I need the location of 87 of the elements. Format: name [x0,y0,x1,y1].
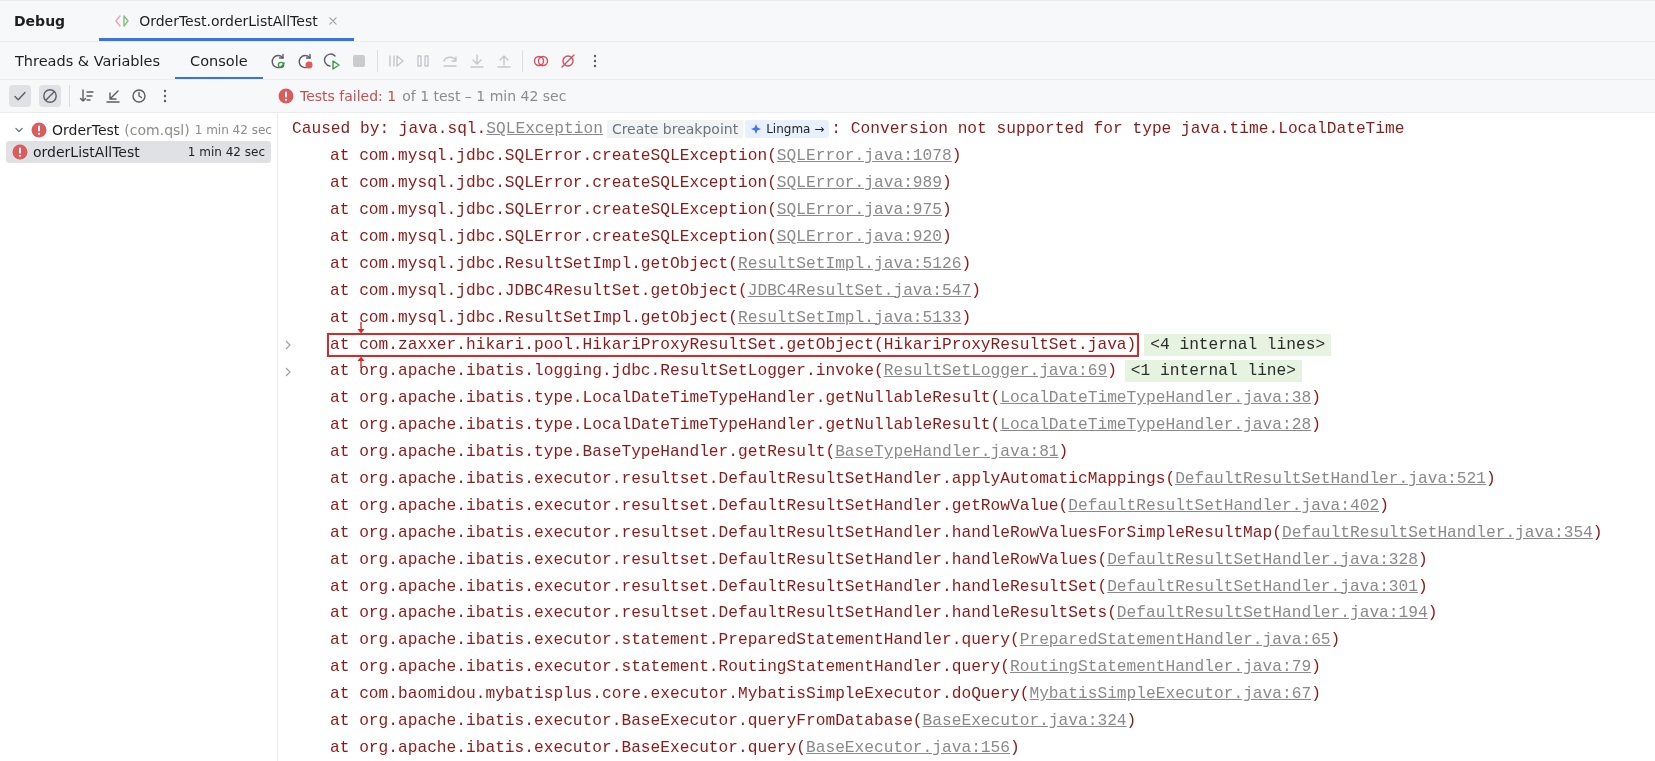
stack-frame-paren: ) [1486,470,1496,488]
source-link[interactable]: MybatisSimpleExecutor.java:67 [1029,685,1312,704]
test-duration: 1 min 42 sec [187,145,265,159]
stack-frame-call: at com.mysql.jdbc.SQLError.createSQLException( [330,147,777,166]
stack-frame-paren: ) [1330,631,1341,650]
stack-frame-paren: ) [1126,712,1137,731]
source-link[interactable]: PreparedStatementHandler.java:65 [1019,631,1331,650]
stack-frame-call: at com.zaxxer.hikari.pool.HikariProxyResultSet.getObject(HikariProxyResultSet.java) [330,335,1137,354]
tool-window-title: Debug [13,12,67,31]
stack-frame-paren: ) [1010,738,1020,757]
stack-frame-call: at org.apache.ibatis.executor.statement.PreparedStatementHandler.query( [330,631,1020,650]
stack-frame-paren: ) [961,308,972,327]
stack-frame-paren: ) [1311,658,1321,677]
stack-frame-paren: ) [942,174,952,193]
stack-frame-call: at org.apache.ibatis.type.BaseTypeHandler.getResult( [330,443,836,462]
stack-frame-call: at org.apache.ibatis.executor.resultset.DefaultResultSetHandler.handleRowValuesForSimpleResultMap( [330,523,1282,542]
source-link[interactable]: SQLError.java:1078 [776,147,952,166]
stack-frame-call: at com.mysql.jdbc.ResultSetImpl.getObject( [330,254,738,273]
stack-frame-paren: ) [1058,443,1069,462]
view-tab[interactable]: Threads & Variables [0,42,176,79]
stack-frame-paren: ) [1311,389,1321,408]
internal-lines-fold[interactable]: <4 internal lines> [1144,333,1332,356]
stack-frame-call: at com.mysql.jdbc.ResultSetImpl.getObject( [330,308,738,327]
assistant-badge[interactable]: Lingma → [745,120,830,139]
source-link[interactable]: SQLError.java:920 [776,228,942,246]
stack-frame-call: at org.apache.ibatis.executor.BaseExecutor.queryFromDatabase( [330,712,923,731]
stack-frame-call: at com.mysql.jdbc.SQLError.createSQLException( [330,201,777,220]
stack-frame-call: at org.apache.ibatis.type.LocalDateTimeTypeHandler.getNullableResult( [330,389,1001,408]
stack-frame-call: at com.mysql.jdbc.JDBC4ResultSet.getObject( [330,281,748,300]
source-link[interactable]: ResultSetImpl.java:5133 [738,308,962,327]
tests-failed-label: Tests failed: 1 [300,88,397,104]
stack-frame-paren: ) [1418,550,1428,569]
stack-frame-paren: ) [942,201,952,220]
source-link[interactable]: LocalDateTimeTypeHandler.java:38 [1000,389,1312,408]
source-link[interactable]: DefaultResultSetHandler.java:301 [1107,577,1418,596]
stack-frame-call: at com.mysql.jdbc.SQLError.createSQLException( [330,174,777,193]
source-link[interactable]: JDBC4ResultSet.java:547 [747,281,972,300]
source-link[interactable]: BaseTypeHandler.java:81 [835,443,1059,462]
stack-frame-call: at com.mysql.jdbc.SQLError.createSQLException( [330,228,777,246]
stack-frame-call: at org.apache.ibatis.executor.BaseExecutor.query( [330,738,806,757]
stack-frame-call: at org.apache.ibatis.logging.jdbc.ResultSetLogger.invoke( [330,362,884,381]
source-link[interactable]: ResultSetLogger.java:69 [883,362,1108,381]
stack-frame-paren: ) [1592,523,1603,542]
source-link[interactable]: DefaultResultSetHandler.java:328 [1107,550,1418,569]
stack-frame-paren: ) [942,228,952,246]
source-link[interactable]: DefaultResultSetHandler.java:194 [1116,604,1428,623]
create-breakpoint-hint[interactable]: Create breakpoint [606,120,744,139]
stack-frame-call: at com.baomidou.mybatisplus.core.executor.MybatisSimpleExecutor.doQuery( [330,685,1030,704]
stack-frame-call: at org.apache.ibatis.executor.resultset.DefaultResultSetHandler.getRowValue( [330,496,1069,515]
source-link[interactable]: LocalDateTimeTypeHandler.java:28 [1000,416,1312,435]
stack-frame-call: at org.apache.ibatis.executor.resultset.DefaultResultSetHandler.applyAutomaticMappings( [330,470,1176,488]
package-name: (com.qsl) [124,122,190,138]
source-link[interactable]: RoutingStatementHandler.java:79 [1010,658,1312,677]
stack-frame-paren: ) [1418,577,1428,596]
stack-frame-paren: ) [1311,416,1321,435]
test-method-name: orderListAllTest [33,144,140,160]
assistant-badge-label: Lingma → [766,122,825,137]
source-link[interactable]: DefaultResultSetHandler.java:521 [1175,470,1486,488]
source-link[interactable]: BaseExecutor.java:324 [922,712,1127,731]
exception-text: Caused by: java.sql. [292,120,487,139]
stack-frame-call: at org.apache.ibatis.executor.resultset.DefaultResultSetHandler.handleResultSet( [330,577,1108,596]
source-link[interactable]: ResultSetImpl.java:5126 [738,254,962,273]
stack-frame-paren: ) [1379,496,1389,515]
stack-frame-paren: ) [1427,604,1438,623]
stack-frame-paren: ) [951,147,962,166]
source-link[interactable]: DefaultResultSetHandler.java:402 [1068,496,1380,515]
test-summary: of 1 test – 1 min 42 sec [402,88,567,104]
stack-frame-call: at org.apache.ibatis.executor.resultset.DefaultResultSetHandler.handleRowValues( [330,550,1108,569]
stack-frame-paren: ) [961,254,972,273]
test-tree-item[interactable]: OrderTest (com.qsl) 1 min 42 sec [6,119,271,141]
exception-link[interactable]: SQLException [486,120,603,139]
stack-frame-paren: ) [1107,362,1117,381]
stack-frame-call: at org.apache.ibatis.executor.statement.RoutingStatementHandler.query( [330,658,1010,677]
session-tab-label: OrderTest.orderListAllTest [139,13,318,29]
source-link[interactable]: BaseExecutor.java:156 [806,738,1010,757]
stack-frame-paren: ) [971,281,981,300]
exception-message: : Conversion not supported for type java.time.LocalDateTime [831,120,1405,139]
test-tree-item[interactable]: orderListAllTest 1 min 42 sec [6,141,271,163]
stack-frame-call: at org.apache.ibatis.executor.resultset.DefaultResultSetHandler.handleResultSets( [330,604,1117,623]
source-link[interactable]: SQLError.java:975 [776,201,942,220]
test-duration: 1 min 42 sec [194,123,272,137]
stack-frame-paren: ) [1311,685,1321,704]
stack-frame-call: at org.apache.ibatis.type.LocalDateTimeTypeHandler.getNullableResult( [330,416,1001,435]
source-link[interactable]: SQLError.java:989 [776,174,942,193]
test-class-name: OrderTest [52,122,120,138]
internal-lines-fold[interactable]: <1 internal line> [1124,360,1302,383]
source-link[interactable]: DefaultResultSetHandler.java:354 [1282,523,1593,542]
